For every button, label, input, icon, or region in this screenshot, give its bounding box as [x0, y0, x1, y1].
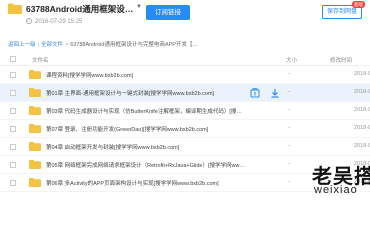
- clock-icon: [26, 18, 32, 24]
- row-checkbox[interactable]: [10, 90, 16, 96]
- table-row[interactable]: 课程资料[搜学学网www.bxb2b.com] - 2018-0: [0, 66, 370, 84]
- save-to-disk-button[interactable]: 保存到网盘 超级: [322, 1, 365, 19]
- folder-icon: [29, 160, 41, 169]
- column-header-size[interactable]: 大小: [286, 56, 297, 64]
- file-name[interactable]: 第01章 主界面-通用框架设计与一键式封装[搜学学网www.bxb2b.com]: [46, 89, 246, 97]
- row-checkbox[interactable]: [10, 144, 16, 150]
- folder-icon: [29, 124, 41, 133]
- file-header: 63788Android通用框架设计与... ▼ 2016-07-29 15:2…: [0, 0, 370, 34]
- file-time: 2018-0: [354, 107, 370, 113]
- page-title: 63788Android通用框架设计与...: [26, 4, 134, 14]
- file-time: 2018-0: [354, 89, 370, 95]
- file-size: -: [288, 179, 290, 185]
- date-text: 2016-07-29 15:25: [35, 19, 83, 25]
- subscribe-button[interactable]: 订阅链接: [146, 5, 190, 20]
- select-all-checkbox[interactable]: [10, 56, 16, 62]
- table-row[interactable]: 第03章 代码生成器设计与实现（仿ButterKnife注解框架，编译期生成代码…: [0, 102, 370, 120]
- file-name[interactable]: 第04章 启动框架开发与封装[搜学学网www.bxb2b.com]: [46, 143, 246, 151]
- breadcrumb-back-link[interactable]: 返回上一级: [8, 42, 36, 48]
- breadcrumb: 返回上一级 | 全部文件 >63788Android通用框架设计与完整电商APP开发【…: [8, 42, 198, 48]
- download-icon[interactable]: [270, 88, 280, 98]
- super-badge: 超级: [352, 1, 365, 8]
- folder-icon: [29, 88, 41, 97]
- file-name[interactable]: 第05章 网络框架完成网络请求框架设计（Retrofit+RxJava+Glid…: [46, 161, 246, 169]
- file-name[interactable]: 课程资料[搜学学网www.bxb2b.com]: [46, 71, 246, 79]
- row-checkbox[interactable]: [10, 108, 16, 114]
- file-table-header: 文件名 大小 修改时间: [0, 52, 370, 66]
- file-size: -: [288, 125, 290, 131]
- file-time: 2018-0: [354, 125, 370, 131]
- breadcrumb-current: 63788Android通用框架设计与完整电商APP开发【...: [70, 42, 198, 48]
- row-checkbox[interactable]: [10, 180, 16, 186]
- file-name[interactable]: 第03章 代码生成器设计与实现（仿ButterKnife注解框架，编译期生成代码…: [46, 107, 246, 115]
- file-size: -: [288, 107, 290, 113]
- file-name[interactable]: 第07章 登录、注册功能开发(GreenDao)[搜学学网www.bxb2b.c…: [46, 125, 246, 133]
- row-checkbox[interactable]: [10, 162, 16, 168]
- save-button-label: 保存到网盘: [326, 9, 357, 15]
- folder-icon: [29, 70, 41, 79]
- folder-icon: [8, 3, 22, 14]
- file-size: -: [288, 143, 290, 149]
- table-row[interactable]: 第01章 主界面-通用框架设计与一键式封装[搜学学网www.bxb2b.com]…: [0, 84, 370, 102]
- folder-icon: [29, 142, 41, 151]
- folder-icon: [29, 106, 41, 115]
- share-date: 2016-07-29 15:25: [26, 18, 82, 25]
- watermark-latin: weixiao: [314, 184, 358, 196]
- table-row[interactable]: 第04章 启动框架开发与封装[搜学学网www.bxb2b.com] - 2018…: [0, 138, 370, 156]
- file-time: 2018-0: [354, 71, 370, 77]
- file-time: 2018-0: [354, 143, 370, 149]
- column-header-time[interactable]: 修改时间: [330, 56, 352, 64]
- breadcrumb-all-files-link[interactable]: 全部文件: [41, 42, 63, 48]
- file-name[interactable]: 第06章 多Activity的APP页面架构设计与实现[搜学学网www.bxb2…: [46, 179, 246, 187]
- save-icon[interactable]: [250, 88, 260, 98]
- row-checkbox[interactable]: [10, 126, 16, 132]
- file-size: -: [288, 161, 290, 167]
- row-checkbox[interactable]: [10, 72, 16, 78]
- chevron-down-icon[interactable]: ▼: [136, 4, 142, 10]
- folder-icon: [29, 178, 41, 187]
- watermark: 老吴搭 weixiao: [312, 160, 370, 200]
- column-header-name[interactable]: 文件名: [32, 56, 49, 64]
- table-row[interactable]: 第07章 登录、注册功能开发(GreenDao)[搜学学网www.bxb2b.c…: [0, 120, 370, 138]
- file-size: -: [288, 89, 290, 95]
- file-size: -: [288, 71, 290, 77]
